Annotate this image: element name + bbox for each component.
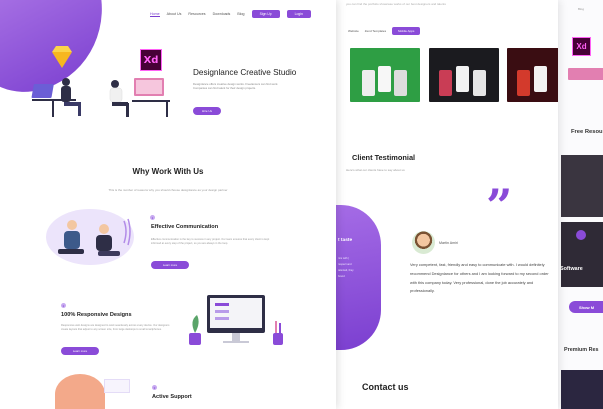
play-icon[interactable] (576, 230, 586, 240)
blob-text: rice with | respect and talented, they b… (338, 257, 354, 278)
sketch-logo-icon (52, 52, 72, 68)
support-card (104, 379, 130, 393)
portfolio-intro: you can find the portfolio showcase work… (346, 2, 446, 6)
learn-more-button[interactable]: Learn more (61, 347, 99, 355)
resource-card[interactable] (561, 155, 603, 217)
responsive-illustration (189, 295, 283, 345)
tab-zend-templates[interactable]: Zend Templates (365, 29, 386, 33)
login-button[interactable]: Login (286, 10, 311, 18)
signup-button[interactable]: Sign Up (251, 10, 280, 18)
desk-illustration (568, 68, 603, 80)
show-more-button[interactable]: Show M (569, 301, 603, 313)
landing-page-panel: Home About Us Resources Downloads Blog S… (0, 0, 336, 409)
hire-us-button[interactable]: Hire Us (193, 107, 221, 115)
testimonial-subtitle: Here's what our clients have to say abou… (346, 168, 405, 172)
portfolio-tabs: Website Zend Templates Mobile Apps (348, 27, 421, 35)
hero-illustration (31, 78, 170, 117)
tab-website[interactable]: Website (348, 29, 359, 33)
top-nav: Home About Us Resources Downloads Blog S… (150, 10, 311, 18)
premium-resources-title: Premium Res (564, 347, 599, 353)
resource-card[interactable] (561, 222, 603, 287)
feature-description: Responsive web designs are designed to w… (61, 324, 170, 331)
quote-icon: ” (486, 179, 513, 233)
tab-mobile-apps[interactable]: Mobile Apps (392, 27, 421, 35)
feature-title: 100% Responsive Designs (61, 312, 132, 318)
premium-card[interactable] (561, 370, 603, 409)
contact-title: Contact us (362, 382, 409, 392)
adobe-xd-logo-icon: Xd (572, 37, 591, 56)
portfolio-item[interactable] (350, 48, 420, 102)
nav-home[interactable]: Home (150, 12, 160, 17)
feature-title: Effective Communication (151, 224, 219, 230)
feature-number: 3 (152, 385, 157, 390)
adobe-xd-logo-icon: Xd (140, 49, 162, 71)
portfolio-page-panel: you can find the portfolio showcase work… (336, 0, 558, 409)
resources-page-panel: Blog Xd Free Resou Software Show M Premi… (558, 0, 603, 409)
resource-label: Software (560, 266, 583, 272)
nav-resources[interactable]: Resources (188, 12, 205, 16)
portfolio-item[interactable] (507, 48, 558, 102)
support-illustration (55, 374, 105, 409)
nav-blog[interactable]: Blog (578, 7, 584, 11)
why-section-title: Why Work With Us (132, 167, 204, 176)
portfolio-item[interactable] (429, 48, 499, 102)
why-section-subtitle: This is the number of reasons why you sh… (108, 188, 228, 192)
communication-illustration (46, 209, 134, 265)
nav-about[interactable]: About Us (167, 12, 182, 16)
feature-number: 1 (150, 215, 155, 220)
resources-title: Free Resou (571, 129, 603, 135)
learn-more-button[interactable]: Learn more (151, 261, 189, 269)
blob-heading: t taste (338, 238, 353, 243)
avatar (412, 231, 435, 254)
hero-description: Designlance offers creative design works… (193, 82, 279, 91)
feature-description: Effective communication is the key to su… (151, 238, 270, 245)
nav-blog[interactable]: Blog (237, 12, 244, 16)
feature-number: 2 (61, 303, 66, 308)
hero-title: Designlance Creative Studio (193, 68, 297, 77)
testimonial-title: Client Testimonial (352, 153, 416, 162)
testimonial-author: Martin Amiri (439, 241, 458, 245)
testimonial-text: Very competent, fast, friendly and easy … (410, 262, 549, 294)
nav-downloads[interactable]: Downloads (213, 12, 231, 16)
feature-title: Active Support (152, 394, 192, 400)
